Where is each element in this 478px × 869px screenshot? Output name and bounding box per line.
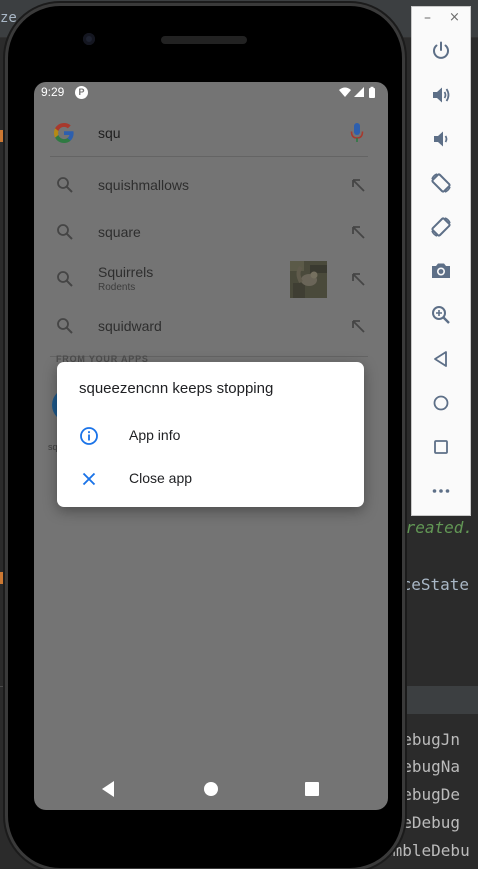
info-icon [79, 426, 99, 450]
signal-icon [354, 87, 364, 97]
search-bar[interactable]: squ [34, 110, 388, 156]
rotate-left-button[interactable] [428, 170, 454, 196]
volume-down-button[interactable] [428, 126, 454, 152]
home-button[interactable] [428, 390, 454, 416]
search-icon [56, 223, 74, 245]
dialog-title: squeezencnn keeps stopping [79, 380, 274, 397]
search-icon [56, 176, 74, 198]
notification-icon: P [75, 86, 88, 99]
zoom-icon [432, 306, 450, 324]
phone-frame: 9:29 P squ squishmallows square Squirrel… [8, 6, 402, 868]
suggestion-prefix: squ [98, 318, 121, 334]
suggestion-completion: ishmallows [120, 177, 190, 193]
fill-query-arrow-icon[interactable] [350, 318, 366, 338]
navigation-bar [34, 770, 388, 810]
code-comment: created. [396, 518, 474, 537]
volume-down-icon [434, 131, 448, 147]
camera-icon [432, 263, 450, 278]
search-icon [56, 317, 74, 339]
suggestion-subtitle: Rodents [98, 282, 136, 293]
home-icon [433, 395, 449, 411]
overview-icon [434, 440, 448, 454]
microphone-icon[interactable] [350, 122, 364, 148]
battery-icon [369, 86, 375, 98]
back-icon [434, 351, 447, 367]
suggestion-item[interactable]: squishmallows [34, 163, 388, 207]
google-logo-icon [52, 121, 76, 149]
wifi-icon [339, 87, 351, 97]
emulator-toolbar: – × [411, 6, 471, 516]
suggestion-completion: are [120, 224, 141, 240]
fill-query-arrow-icon[interactable] [350, 224, 366, 244]
front-camera [83, 33, 95, 45]
more-button[interactable] [428, 478, 454, 504]
close-app-button[interactable]: Close app [57, 459, 364, 499]
volume-up-button[interactable] [428, 82, 454, 108]
zoom-button[interactable] [428, 302, 454, 328]
code-line: nceState [392, 575, 470, 594]
app-info-button[interactable]: App info [57, 416, 364, 456]
fill-query-arrow-icon[interactable] [350, 271, 366, 291]
gutter-marker [0, 572, 4, 584]
suggestion-item[interactable]: Squirrels Rodents [34, 255, 388, 305]
nav-home-button[interactable] [204, 782, 218, 796]
nav-overview-button[interactable] [305, 782, 319, 796]
suggestion-item[interactable]: square [34, 210, 388, 254]
divider [50, 156, 368, 157]
search-icon [56, 270, 74, 292]
search-input[interactable]: squ [98, 125, 121, 141]
minimize-button[interactable]: – [424, 10, 431, 26]
app-crash-dialog: squeezencnn keeps stopping App info Clos… [57, 362, 364, 507]
emulator-window-controls: – × [412, 7, 470, 31]
squirrel-thumbnail [290, 261, 327, 298]
status-icons [338, 85, 380, 104]
overview-button[interactable] [428, 434, 454, 460]
suggestion-completion: Squirrels [98, 264, 154, 280]
suggestion-completion: idward [120, 318, 162, 334]
nav-back-button[interactable] [100, 780, 116, 802]
suggestion-item[interactable]: squidward [34, 304, 388, 348]
back-button[interactable] [428, 346, 454, 372]
log-line: embleDebu [383, 841, 470, 860]
power-icon [433, 41, 449, 59]
close-emulator-button[interactable]: × [449, 10, 460, 25]
fill-query-arrow-icon[interactable] [350, 177, 366, 197]
power-button[interactable] [428, 38, 454, 64]
close-icon [79, 469, 99, 493]
more-icon [432, 489, 450, 493]
app-info-label: App info [129, 427, 181, 443]
phone-screen: 9:29 P squ squishmallows square Squirrel… [34, 82, 388, 810]
suggestion-prefix: squ [98, 224, 121, 240]
rotate-right-icon [431, 217, 451, 237]
close-app-label: Close app [129, 470, 193, 486]
status-time: 9:29 [41, 85, 65, 99]
status-bar: 9:29 P [34, 82, 388, 104]
gutter-marker [0, 130, 4, 142]
earpiece-speaker [161, 36, 247, 44]
rotate-left-icon [431, 173, 451, 193]
volume-up-icon [433, 87, 450, 103]
rotate-right-button[interactable] [428, 214, 454, 240]
screenshot-button[interactable] [428, 258, 454, 284]
ide-tab-label[interactable]: ze [0, 10, 17, 26]
suggestion-prefix: squ [98, 177, 121, 193]
